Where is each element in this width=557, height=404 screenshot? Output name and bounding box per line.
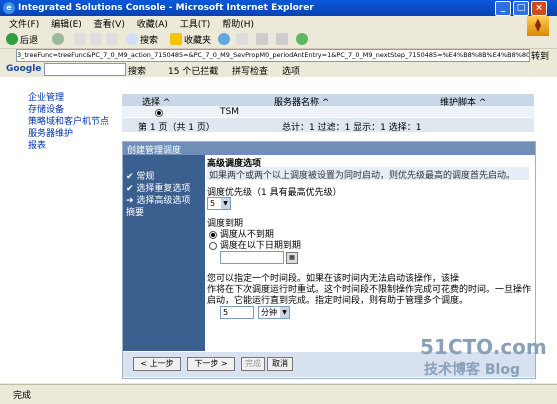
nav-policy-domains[interactable]: 策略域和客户机节点 (28, 117, 109, 127)
print-button[interactable] (256, 32, 268, 46)
wizard-title-bar: 创建管理调度 (123, 142, 535, 156)
spellcheck-button[interactable]: 拼写检查 (232, 64, 268, 77)
wizard-content: 高级调度选项 如果两个或两个以上调度被设置为同时启动，则优先级最高的调度首先启动… (207, 156, 533, 350)
favorites-button[interactable]: 收藏夹 (170, 32, 211, 46)
chevron-down-icon: ▼ (221, 198, 230, 209)
chevron-down-icon: ▼ (280, 307, 289, 318)
mail-button[interactable] (236, 32, 248, 46)
page-indicator: 第 1 页（共 1 页） (138, 123, 215, 133)
menu-favorites[interactable]: 收藏(A) (137, 17, 168, 30)
history-icon (218, 33, 230, 45)
table-summary: 总计：1 过滤：1 显示：1 选择：1 (282, 123, 422, 133)
print-icon (256, 33, 268, 45)
table-row: TSM (122, 106, 534, 117)
google-options-button[interactable]: 选项 (282, 64, 300, 77)
left-navigation: 企业管理 存储设备 策略域和客户机节点 服务器维护 报表 (28, 93, 109, 153)
menu-help[interactable]: 帮助(H) (222, 17, 254, 30)
table-footer: 第 1 页（共 1 页） 总计：1 过滤：1 显示：1 选择：1 (122, 118, 534, 133)
stop-icon (74, 33, 86, 45)
google-search-button[interactable]: 搜索 (128, 64, 146, 77)
edit-icon (276, 33, 288, 45)
mail-icon (236, 33, 248, 45)
step-summary[interactable]: 摘要 (126, 205, 144, 218)
back-button[interactable]: 后退 (6, 32, 38, 46)
browser-toolbar: 后退 搜索 收藏夹 (0, 30, 557, 49)
home-button[interactable] (106, 32, 118, 46)
menu-file[interactable]: 文件(F) (9, 17, 39, 30)
menu-edit[interactable]: 编辑(E) (51, 17, 82, 30)
search-icon (126, 33, 138, 45)
nav-storage-devices[interactable]: 存储设备 (28, 105, 109, 115)
window-title: Integrated Solutions Console - Microsoft… (18, 3, 314, 13)
status-bar: 完成 (0, 384, 557, 404)
google-logo: Google - (6, 64, 49, 74)
ie-logo-icon: e (3, 2, 15, 14)
messenger-icon (296, 33, 308, 45)
google-toolbar: Google - 搜索 15 个已拦截 拼写检查 选项 (0, 62, 557, 77)
forward-arrow-icon (52, 33, 64, 45)
address-bar: 3_treeFunc=treeFunc&PC_7_0_M9_action_715… (0, 49, 557, 62)
finish-button[interactable]: 完成 (241, 357, 265, 371)
watermark: 51CTO.com 技术博客 Blog (420, 335, 547, 379)
edit-button[interactable] (276, 32, 288, 46)
duration-unit-select[interactable]: 分钟 ▼ (258, 306, 290, 319)
priority-select[interactable]: 5 ▼ (207, 197, 231, 210)
search-button[interactable]: 搜索 (126, 32, 158, 46)
expiry-date-option[interactable]: 调度在以下日期到期 (209, 238, 301, 251)
info-text-line-3: 启动，它能运行直到完成。指定时间段，则有助于管理多个调度。 (207, 296, 469, 306)
maximize-button[interactable]: □ (513, 1, 529, 16)
back-step-button[interactable]: < 上一步 (133, 357, 181, 371)
server-name-cell: TSM (220, 107, 239, 117)
popup-blocked-indicator[interactable]: 15 个已拦截 (168, 64, 218, 77)
status-text: 完成 (13, 391, 32, 401)
close-button[interactable]: × (531, 1, 547, 16)
calendar-icon[interactable]: ▦ (286, 252, 298, 264)
refresh-icon (90, 33, 102, 45)
stop-button[interactable] (74, 32, 86, 46)
cancel-button[interactable]: 取消 (267, 357, 293, 371)
google-search-input[interactable] (44, 63, 126, 76)
next-step-button[interactable]: 下一步 > (187, 357, 235, 371)
nav-server-maintenance[interactable]: 服务器维护 (28, 129, 109, 139)
history-button[interactable] (218, 32, 230, 46)
forward-button[interactable] (52, 32, 64, 46)
title-bar: e Integrated Solutions Console - Microso… (0, 0, 557, 16)
nav-enterprise-management[interactable]: 企业管理 (28, 93, 109, 103)
wizard-steps: ✔ 常规 ✔ 选择重复选项 ➜ 选择高级选项 摘要 (123, 155, 205, 351)
menu-bar: 文件(F) 编辑(E) 查看(V) 收藏(A) 工具(T) 帮助(H) (0, 16, 557, 30)
watermark-site: 51CTO.com (420, 335, 547, 359)
menu-view[interactable]: 查看(V) (94, 17, 125, 30)
watermark-blog: 技术博客 Blog (424, 362, 520, 378)
radio-unselected-icon (209, 241, 217, 250)
minimize-button[interactable]: _ (495, 1, 511, 16)
favorites-star-icon (170, 33, 182, 45)
duration-input[interactable]: 5 (220, 306, 254, 319)
home-icon (106, 33, 118, 45)
menu-tools[interactable]: 工具(T) (180, 17, 211, 30)
section-description: 如果两个或两个以上调度被设置为同时启动，则优先级最高的调度首先启动。 (207, 167, 529, 181)
back-arrow-icon (6, 33, 18, 45)
messenger-button[interactable] (296, 32, 308, 46)
radio-selected-icon (155, 109, 163, 117)
expiry-date-input[interactable] (220, 251, 284, 264)
refresh-button[interactable] (90, 32, 102, 46)
address-input[interactable]: 3_treeFunc=treeFunc&PC_7_0_M9_action_715… (16, 49, 530, 62)
nav-reports[interactable]: 报表 (28, 141, 109, 151)
server-table: 选择 ^ 服务器名称 ^ 维护脚本 ^ TSM 第 1 页（共 1 页） 总计：… (122, 92, 534, 140)
go-button[interactable]: 转到 (531, 49, 549, 62)
